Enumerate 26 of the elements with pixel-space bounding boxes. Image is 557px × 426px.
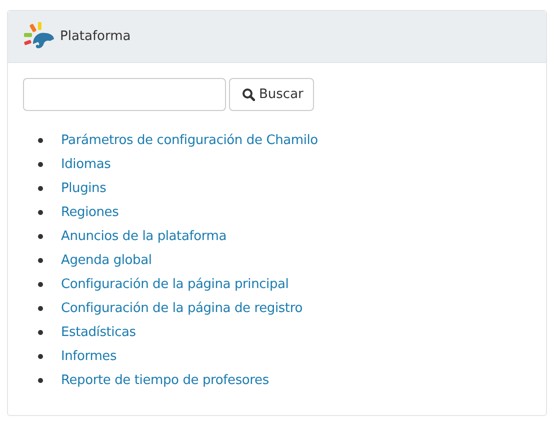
menu-link[interactable]: Plugins [61,180,106,196]
bullet [38,306,43,310]
panel-title: Plataforma [60,29,131,44]
bullet [38,330,43,334]
menu-link[interactable]: Informes [61,348,117,364]
menu-link[interactable]: Parámetros de configuración de Chamilo [61,132,318,148]
menu-link[interactable]: Agenda global [61,252,152,268]
bullet [38,186,43,190]
bullet [38,162,43,166]
menu-link[interactable]: Estadísticas [61,324,136,340]
search-icon [242,88,255,101]
bullet [38,258,43,262]
bullet [38,378,43,382]
search-button[interactable]: Buscar [229,78,314,111]
menu-link[interactable]: Anuncios de la plataforma [61,228,226,244]
search-field[interactable] [23,78,226,111]
menu-link[interactable]: Idiomas [61,156,111,172]
bullet [38,138,43,142]
bullet [38,282,43,286]
bullet [38,210,43,214]
bullet [38,354,43,358]
menu-link[interactable]: Configuración de la página de registro [61,300,302,316]
menu-link[interactable]: Configuración de la página principal [61,276,289,292]
bullet [38,234,43,238]
menu-link[interactable]: Reporte de tiempo de profesores [61,372,269,388]
menu-link[interactable]: Regiones [61,204,119,220]
